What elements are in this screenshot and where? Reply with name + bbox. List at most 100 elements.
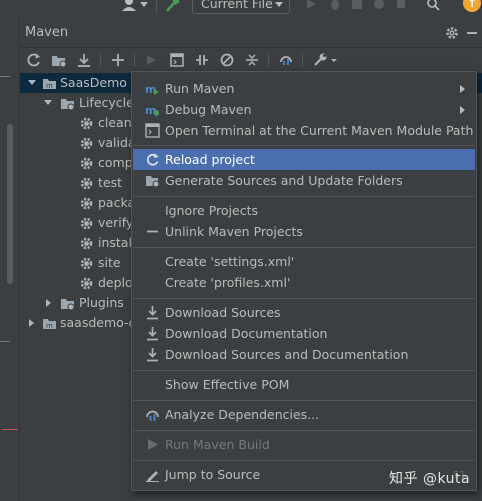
chevron-right-icon (460, 85, 465, 93)
tree-label: SaasDemo ( (60, 75, 136, 90)
user-icon[interactable] (120, 0, 150, 12)
maven-debug-icon: m (145, 104, 159, 117)
toolbar-divider (156, 0, 157, 14)
search-icon[interactable] (426, 0, 440, 11)
collapse-all-icon[interactable] (244, 52, 260, 68)
menu-item-create-settings-xml[interactable]: Create 'settings.xml' (133, 251, 475, 272)
menu-item-generate-sources[interactable]: Generate Sources and Update Folders (133, 170, 475, 191)
chevron-down-icon[interactable] (330, 52, 338, 68)
debug-icon[interactable] (328, 0, 342, 11)
tree-label: install (98, 235, 136, 250)
chevron-down-icon[interactable] (28, 80, 36, 85)
run-configuration-select[interactable]: Current File (192, 0, 290, 14)
left-tool-strip (0, 16, 20, 501)
toolbar-divider (134, 53, 135, 67)
coverage-icon[interactable] (350, 0, 364, 11)
menu-item-download-sources-and-docs[interactable]: Download Sources and Documentation (133, 344, 475, 365)
toolbar-divider (268, 53, 269, 67)
download-icon (147, 306, 158, 320)
edit-icon (146, 471, 159, 482)
analyze-dependencies-icon[interactable] (278, 52, 294, 68)
menu-item-download-documentation[interactable]: Download Documentation (133, 323, 475, 344)
tree-label: packa (98, 195, 136, 210)
menu-item-analyze-dependencies[interactable]: Analyze Dependencies... (133, 404, 475, 425)
menu-item-reload-project[interactable]: Reload project (133, 149, 475, 170)
folder-icon (61, 299, 75, 311)
menu-item-run-maven[interactable]: m Run Maven (133, 78, 475, 99)
menu-separator (133, 400, 475, 401)
menu-item-label: Download Documentation (165, 326, 328, 341)
wrench-icon[interactable] (312, 52, 328, 68)
tool-strip-scrollbar[interactable] (7, 124, 13, 284)
tree-label: saasdemo-c (60, 315, 136, 330)
menu-item-create-profiles-xml[interactable]: Create 'profiles.xml' (133, 272, 475, 293)
generate-sources-icon[interactable] (51, 52, 67, 68)
add-icon[interactable] (110, 52, 126, 68)
gutter-tick (0, 76, 10, 77)
menu-item-label: Show Effective POM (165, 377, 290, 392)
chevron-down-icon (275, 2, 283, 7)
run-configuration-label: Current File (201, 0, 273, 11)
maven-toolbar (20, 49, 482, 71)
svg-text:m: m (46, 322, 53, 330)
menu-item-label: Create 'profiles.xml' (165, 275, 291, 290)
menu-separator (133, 460, 475, 461)
run-icon[interactable] (143, 52, 159, 68)
tree-label: verify (98, 215, 134, 230)
menu-item-label: Run Maven (165, 81, 235, 96)
toggle-offline-icon[interactable] (194, 52, 210, 68)
menu-item-label: Ignore Projects (165, 203, 258, 218)
chevron-right-icon (460, 106, 465, 114)
folder-icon (61, 99, 75, 111)
menu-separator (133, 430, 475, 431)
tree-label: test (98, 175, 123, 190)
tree-label: Lifecycle (79, 95, 134, 110)
menu-item-show-effective-pom[interactable]: Show Effective POM (133, 374, 475, 395)
menu-item-debug-maven[interactable]: m Debug Maven (133, 99, 475, 120)
minus-icon (147, 230, 158, 233)
chevron-right-icon[interactable] (29, 319, 34, 327)
build-hammer-icon[interactable] (165, 0, 181, 12)
download-icon (147, 348, 158, 362)
menu-item-unlink-projects[interactable]: Unlink Maven Projects (133, 221, 475, 242)
tree-label: deplo (98, 275, 133, 290)
chevron-right-icon[interactable] (46, 299, 51, 307)
menu-item-label: Jump to Source (165, 467, 261, 482)
gear-icon (80, 217, 93, 230)
update-badge[interactable]: ↑ (463, 0, 481, 12)
gear-icon (80, 137, 93, 150)
download-icon[interactable] (76, 52, 92, 68)
menu-item-label: Download Sources (165, 305, 281, 320)
gear-icon (80, 277, 93, 290)
menu-item-download-sources[interactable]: Download Sources (133, 302, 475, 323)
menu-item-label: Download Sources and Documentation (165, 347, 409, 362)
error-marker (2, 429, 18, 430)
chevron-down-icon[interactable] (44, 100, 52, 105)
execute-goal-icon[interactable] (169, 52, 185, 68)
menu-item-ignore-projects[interactable]: Ignore Projects (133, 200, 475, 221)
reload-all-icon[interactable] (26, 52, 42, 68)
gutter-tick (0, 341, 10, 342)
menu-item-label: Unlink Maven Projects (165, 224, 303, 239)
gear-icon (80, 117, 93, 130)
terminal-icon (145, 123, 160, 138)
menu-item-label: Generate Sources and Update Folders (165, 173, 403, 188)
menu-separator (133, 247, 475, 248)
menu-item-label: Open Terminal at the Current Maven Modul… (165, 123, 474, 138)
stop-icon[interactable] (394, 0, 408, 11)
panel-title: Maven (25, 25, 69, 40)
minimize-icon[interactable] (465, 26, 479, 40)
menu-item-run-maven-build[interactable]: Run Maven Build (133, 434, 475, 455)
gear-icon[interactable] (445, 26, 459, 40)
tree-label: Plugins (79, 295, 124, 310)
tree-label: valida (98, 135, 136, 150)
run-icon[interactable] (304, 0, 318, 11)
svg-text:m: m (46, 82, 53, 90)
generate-sources-icon (146, 176, 160, 188)
gear-icon (80, 177, 93, 190)
gear-icon (80, 237, 93, 250)
tree-label: site (98, 255, 121, 270)
skip-tests-icon[interactable] (219, 52, 235, 68)
profile-icon[interactable] (372, 0, 386, 11)
menu-item-open-terminal[interactable]: Open Terminal at the Current Maven Modul… (133, 120, 475, 141)
